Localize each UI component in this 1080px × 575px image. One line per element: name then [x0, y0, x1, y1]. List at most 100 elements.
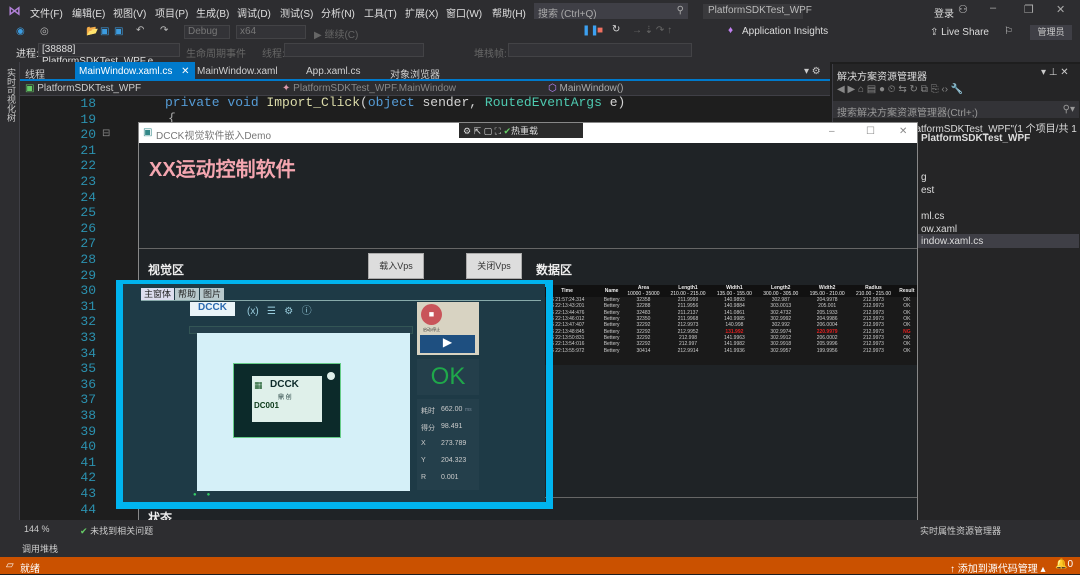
- hot-reload-button[interactable]: 热重载: [511, 126, 538, 136]
- se-toolbar-icons[interactable]: ◀ ▶ ⌂ ▤ ● ⏲ ⇆ ↻ ⧉ ⎘ ‹› 🔧: [837, 84, 963, 95]
- line-number: 24: [80, 189, 96, 205]
- tree-item-selected[interactable]: indow.xaml.cs: [921, 236, 983, 247]
- line-number: 33: [80, 330, 96, 345]
- line-number: 36: [80, 376, 96, 392]
- menu-item[interactable]: 视图(V): [113, 5, 146, 20]
- forward-icon[interactable]: ◎: [40, 26, 49, 37]
- undo-icon[interactable]: ↶: [136, 25, 144, 36]
- minimize-button[interactable]: –: [829, 126, 835, 137]
- stats-panel: 耗时 662.00 ms 得分 98.491 X 273.789 Y 204.323 R 0.001: [417, 399, 479, 490]
- menu-item[interactable]: 窗口(W): [446, 5, 482, 20]
- code-line: private void Import_Click(object sender,…: [165, 95, 626, 110]
- image-view[interactable]: ▦ DCCK 鼎 创 DC001: [197, 333, 410, 491]
- stack-select[interactable]: [508, 43, 692, 57]
- minimize-button[interactable]: –: [990, 2, 996, 14]
- table-cell: Bettery: [603, 303, 620, 310]
- data-table[interactable]: Time Name Area 10000 - 35000 Length1 210.00 -…: [533, 285, 917, 365]
- stop-icon[interactable]: ■: [597, 25, 603, 36]
- menu-item[interactable]: 生成(B): [196, 5, 229, 20]
- menu-item[interactable]: 帮助(H): [492, 5, 526, 20]
- menu-item[interactable]: 分析(N): [321, 5, 355, 20]
- thread-select[interactable]: [284, 43, 424, 57]
- status-bar: ▱ 就绪 ↑ 添加到源代码管理 ▴ 🔔0: [0, 557, 1080, 575]
- redo-icon[interactable]: ↷: [160, 25, 168, 36]
- table-cell: Bettery: [603, 328, 620, 335]
- ready-status: 就绪: [20, 564, 40, 575]
- line-number: 27: [80, 236, 96, 252]
- tree-item[interactable]: est: [921, 185, 934, 196]
- stack-label: 堆栈帧:: [474, 49, 507, 60]
- tab-mainwindow-xaml-cs[interactable]: MainWindow.xaml.cs ✕: [75, 62, 195, 79]
- save-icon[interactable]: ▣: [100, 26, 109, 37]
- fold-icon[interactable]: ⊟: [102, 128, 110, 139]
- app-insights-button[interactable]: Application Insights: [742, 26, 828, 37]
- login-link[interactable]: 登录: [934, 5, 954, 20]
- issues-status[interactable]: ✔ 未找到相关问题: [80, 524, 153, 537]
- tab-images[interactable]: 图片: [200, 288, 225, 300]
- table-row[interactable]: 2022 /06 22:13:55:972Bettery30414212.991…: [533, 347, 917, 354]
- se-search-input[interactable]: 搜索解决方案资源管理器(Ctrl+;) ⚲▾: [833, 101, 1079, 119]
- app-title: DCCK视觉软件嵌入Demo: [156, 131, 272, 142]
- process-select[interactable]: [38888] PlatformSDKTest_WPF.e: [38, 43, 180, 67]
- tab-mainwindow-xaml[interactable]: MainWindow.xaml: [197, 66, 278, 77]
- member-select[interactable]: ⬡ MainWindow(): [548, 83, 623, 94]
- live-visual-tree-strip[interactable]: 实时可视化树: [0, 62, 20, 520]
- maximize-button[interactable]: ❐: [1024, 3, 1034, 16]
- tree-item[interactable]: g: [921, 172, 927, 183]
- thread-label: 线程:: [262, 49, 285, 60]
- platform-select[interactable]: x64: [236, 25, 306, 39]
- lifecycle-button[interactable]: 生命周期事件: [186, 45, 246, 60]
- tree-item[interactable]: ml.cs: [921, 211, 944, 222]
- save-all-icon[interactable]: ▣: [114, 26, 123, 37]
- table-cell: 212.9973: [863, 347, 884, 354]
- restart-icon[interactable]: ↻: [612, 24, 620, 35]
- source-control-button[interactable]: ↑ 添加到源代码管理 ▴: [950, 560, 1046, 575]
- tab-main[interactable]: 主窗体: [141, 288, 175, 300]
- zoom-select[interactable]: 144 %: [24, 524, 50, 534]
- menu-item[interactable]: 扩展(X): [405, 5, 438, 20]
- menu-item[interactable]: 项目(P): [155, 5, 188, 20]
- table-cell: Bettery: [603, 297, 620, 304]
- tab-live-property-explorer[interactable]: 实时属性资源管理器: [920, 524, 1001, 537]
- back-icon[interactable]: ◉: [16, 26, 25, 37]
- settings-icon[interactable]: ▾ ⚙: [804, 66, 821, 77]
- tree-project[interactable]: PlatformSDKTest_WPF: [921, 133, 1030, 144]
- debug-tool-icons[interactable]: ⚙ ⇱ ▢ ⛶: [463, 126, 501, 136]
- account-icon[interactable]: ⚇: [958, 3, 968, 16]
- search-input[interactable]: 搜索 (Ctrl+Q) ⚲: [534, 3, 688, 20]
- ready-icon: ▱: [6, 560, 14, 571]
- tab-app-xaml-cs[interactable]: App.xaml.cs: [306, 66, 360, 77]
- close-tab-icon[interactable]: ✕: [181, 66, 189, 77]
- part-image: ▦ DCCK 鼎 创 DC001: [233, 363, 341, 438]
- stop-button[interactable]: ■: [421, 304, 442, 325]
- menu-item[interactable]: 编辑(E): [72, 5, 105, 20]
- step-icons[interactable]: → ⇣ ↷ ↑: [632, 25, 672, 36]
- pin-close-icons[interactable]: ▾ ⊥ ✕: [1041, 67, 1069, 78]
- config-select[interactable]: Debug: [184, 25, 230, 39]
- menu-item[interactable]: 测试(S): [280, 5, 313, 20]
- load-vps-button[interactable]: 载入Vps: [368, 253, 424, 279]
- tab-help[interactable]: 帮助: [175, 288, 200, 300]
- menu-item[interactable]: 调试(D): [237, 5, 271, 20]
- close-button[interactable]: ✕: [899, 126, 907, 137]
- vision-toolbar-icons[interactable]: (x) ☰ ⚙ ⓘ: [247, 302, 312, 317]
- open-icon[interactable]: 📂: [86, 26, 98, 37]
- close-vps-button[interactable]: 关闭Vps: [466, 253, 522, 279]
- tab-call-stack[interactable]: 调用堆栈: [22, 542, 58, 555]
- menu-item[interactable]: 文件(F): [30, 5, 63, 20]
- tab-object-browser[interactable]: 对象浏览器: [390, 66, 440, 81]
- class-select[interactable]: ✦ PlatformSDKTest_WPF.MainWindow: [282, 83, 456, 94]
- project-select[interactable]: ▣ PlatformSDKTest_WPF: [25, 83, 141, 94]
- tab-threads[interactable]: 线程: [25, 66, 45, 81]
- maximize-button[interactable]: ☐: [866, 126, 875, 137]
- live-share-button[interactable]: ⇪ Live Share: [930, 27, 989, 38]
- close-button[interactable]: ✕: [1056, 3, 1065, 16]
- menu-item[interactable]: 工具(T): [364, 5, 397, 20]
- feedback-icon[interactable]: ⚐: [1004, 26, 1013, 37]
- play-button[interactable]: ▶: [420, 335, 475, 353]
- qr-code-icon: ▦: [254, 380, 263, 390]
- start-stop-panel: ■ 启动/停止 ▶: [417, 302, 479, 355]
- continue-button[interactable]: ▶ 继续(C): [314, 26, 358, 41]
- notifications-icon[interactable]: 🔔0: [1055, 559, 1073, 570]
- vision-app: 主窗体 帮助 图片 DCCK (x) ☰ ⚙ ⓘ ▦ DCCK 鼎 创 DC001 …: [123, 284, 545, 502]
